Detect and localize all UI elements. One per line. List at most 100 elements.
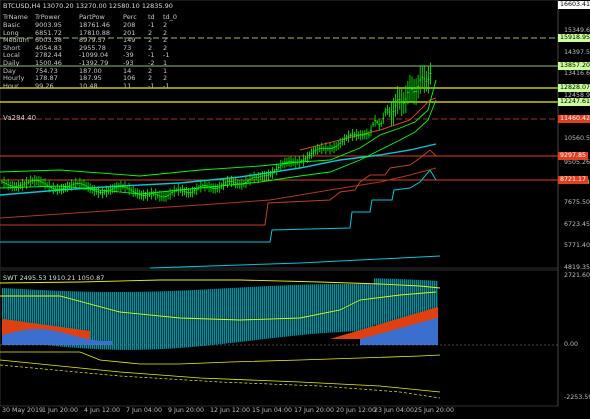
histogram-bar xyxy=(376,278,378,325)
indicator-scale-label: -2253.59 xyxy=(564,394,590,401)
histogram-bar xyxy=(234,287,236,343)
histogram-bar-blue xyxy=(98,340,100,345)
histogram-bar-blue xyxy=(42,329,44,345)
histogram-bar xyxy=(288,285,290,337)
time-axis-label: 7 Jun 04:00 xyxy=(126,407,162,414)
histogram-bar-blue xyxy=(36,329,38,345)
time-axis-label: 15 Jun 04:00 xyxy=(252,407,293,414)
histogram-bar xyxy=(112,291,114,350)
histogram-bar xyxy=(232,287,234,343)
histogram-bar xyxy=(124,291,126,350)
histogram-bar xyxy=(380,278,382,325)
histogram-bar-red xyxy=(332,338,334,339)
histogram-bar xyxy=(356,284,358,332)
histogram-bar xyxy=(292,284,294,336)
histogram-bar xyxy=(396,278,398,326)
price-level-label: 12828.07 xyxy=(558,84,590,92)
histogram-bar xyxy=(364,284,366,332)
histogram-bar xyxy=(174,290,176,349)
histogram-bar xyxy=(166,291,168,349)
va-label: Va284.40 xyxy=(3,114,37,122)
histogram-bar-blue xyxy=(28,329,30,345)
histogram-bar xyxy=(178,290,180,349)
price-level-label: 12247.61 xyxy=(558,98,590,106)
histogram-bar-blue xyxy=(376,334,378,345)
histogram-bar-blue xyxy=(74,335,76,345)
histogram-bar-blue xyxy=(380,333,382,345)
histogram-bar xyxy=(184,290,186,348)
histogram-bar-blue xyxy=(18,330,20,345)
histogram-bar xyxy=(278,285,280,338)
histogram-bar xyxy=(218,288,220,345)
histogram-bar-red xyxy=(340,335,342,339)
histogram-bar xyxy=(172,290,174,349)
histogram-bar xyxy=(156,291,158,350)
histogram-bar-blue xyxy=(96,340,98,345)
histogram-bar xyxy=(266,286,268,339)
histogram-bar xyxy=(368,284,370,331)
histogram-bar xyxy=(100,291,102,350)
histogram-bar xyxy=(162,291,164,350)
histogram-bar xyxy=(244,287,246,342)
histogram-bar-blue xyxy=(426,320,428,345)
price-level-label: 8721.17 xyxy=(558,176,589,184)
histogram-bar xyxy=(214,288,216,345)
histogram-bar-blue xyxy=(436,317,438,345)
histogram-bar-blue xyxy=(430,319,432,345)
table-cell: Hour xyxy=(3,81,19,90)
histogram-bar-blue xyxy=(64,333,66,345)
histogram-bar xyxy=(154,291,156,350)
histogram-bar-blue xyxy=(30,329,32,345)
histogram-bar-blue xyxy=(366,337,368,345)
histogram-bar xyxy=(302,284,304,335)
histogram-bar-blue xyxy=(364,337,366,345)
histogram-bar-blue xyxy=(384,332,386,345)
table-cell: 99.26 xyxy=(35,81,54,90)
histogram-bar-blue xyxy=(410,325,412,345)
histogram-bar xyxy=(388,278,390,325)
price-level-label: 16603.41 xyxy=(558,1,590,9)
indicator-histogram xyxy=(2,278,438,350)
histogram-bar-red xyxy=(84,330,86,339)
histogram-bar-blue xyxy=(80,337,82,345)
histogram-bar-blue xyxy=(402,327,404,345)
histogram-bar xyxy=(318,284,320,334)
histogram-bar xyxy=(198,289,200,347)
histogram-bar xyxy=(352,284,354,332)
histogram-bar-blue xyxy=(48,329,50,345)
histogram-bar-red xyxy=(352,332,354,339)
histogram-bar xyxy=(346,284,348,332)
histogram-bar xyxy=(208,289,210,346)
histogram-bar xyxy=(348,284,350,332)
price-scale-label: 10560.50 xyxy=(564,135,590,142)
histogram-bar xyxy=(146,291,148,350)
price-scale-label: 15349.60 xyxy=(564,27,590,34)
histogram-bar xyxy=(106,291,108,350)
histogram-bar xyxy=(158,291,160,350)
chart-header: BTCUSD,H4 13070.20 13270.00 12580.10 128… xyxy=(3,2,173,10)
histogram-bar xyxy=(246,287,248,342)
histogram-bar-blue xyxy=(26,329,28,345)
histogram-bar xyxy=(204,289,206,346)
histogram-bar xyxy=(340,284,342,332)
histogram-bar-red xyxy=(344,334,346,339)
price-scale-label: 14397.55 xyxy=(564,49,590,56)
histogram-bar-blue xyxy=(52,330,54,345)
histogram-bar xyxy=(300,284,302,336)
histogram-bar-red xyxy=(362,329,364,339)
histogram-bar-blue xyxy=(394,329,396,345)
price-scale-label: 4819.35 xyxy=(564,264,590,271)
histogram-bar-blue xyxy=(398,328,400,345)
histogram-bar-blue xyxy=(374,335,376,345)
histogram-bar xyxy=(268,286,270,339)
histogram-bar xyxy=(360,284,362,332)
histogram-bar-blue xyxy=(44,329,46,345)
histogram-bar-blue xyxy=(94,340,96,345)
histogram-bar xyxy=(134,291,136,350)
histogram-bar xyxy=(304,284,306,335)
histogram-bar xyxy=(116,292,118,350)
histogram-bar xyxy=(226,288,228,344)
histogram-bar-blue xyxy=(392,330,394,345)
histogram-bar xyxy=(120,291,122,350)
price-scale-label: 7675.50 xyxy=(564,199,590,206)
